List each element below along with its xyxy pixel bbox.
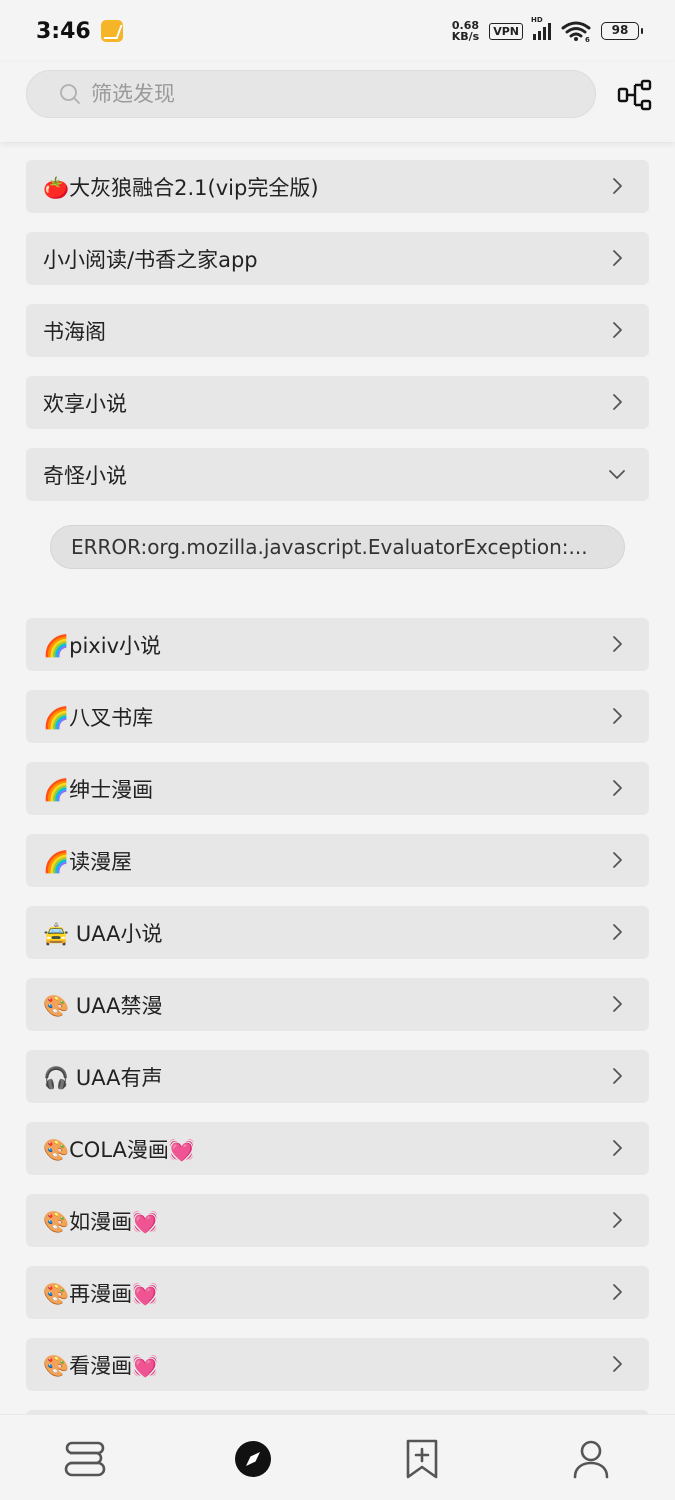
group-tree-icon[interactable]: [616, 78, 656, 112]
chevron-right-icon: [613, 852, 622, 868]
list-item[interactable]: 小小阅读/书香之家app: [26, 232, 649, 285]
list-item[interactable]: 🌈读漫屋: [26, 834, 649, 887]
battery-indicator: 98: [601, 22, 643, 40]
list-item[interactable]: 🍅大灰狼融合2.1(vip完全版): [26, 160, 649, 213]
chevron-right-icon: [613, 1284, 622, 1300]
list-item[interactable]: 🎨再漫画💓: [26, 1266, 649, 1319]
bottom-navigation: [0, 1414, 675, 1500]
bookshelf-icon[interactable]: [62, 1437, 106, 1481]
wifi-icon: 6: [561, 21, 591, 42]
chevron-right-icon: [613, 636, 622, 652]
list-item[interactable]: 🌈八叉书库: [26, 690, 649, 743]
chevron-right-icon: [613, 996, 622, 1012]
list-item-expanded[interactable]: 奇怪小说: [26, 448, 649, 501]
list-item[interactable]: 🎧 UAA有声: [26, 1050, 649, 1103]
list-item-label: 🎨COLA漫画💓: [43, 1137, 196, 1162]
status-time: 3:46: [36, 18, 91, 44]
vpn-badge: VPN: [489, 22, 523, 40]
chevron-right-icon: [613, 178, 622, 194]
list-item-label: 🍅大灰狼融合2.1(vip完全版): [43, 175, 319, 200]
status-bar: 3:46 0.68 KB/s VPN HD 6 98: [0, 0, 675, 62]
list-item-label: 🎧 UAA有声: [43, 1065, 163, 1090]
chevron-right-icon: [613, 780, 622, 796]
network-speed-unit: KB/s: [451, 30, 480, 43]
wifi-generation-label: 6: [585, 36, 590, 42]
list-item[interactable]: 🚖 UAA小说: [26, 906, 649, 959]
person-icon[interactable]: [569, 1437, 613, 1481]
list-item-label: 书海阁: [43, 319, 106, 344]
list-item[interactable]: 欢享小说: [26, 376, 649, 429]
list-item-label: 🌈读漫屋: [43, 849, 133, 874]
list-item-label: 🎨看漫画💓: [43, 1353, 159, 1378]
discover-header: [0, 62, 675, 142]
chevron-right-icon: [613, 1212, 622, 1228]
bookmark-add-icon[interactable]: [400, 1437, 444, 1481]
list-item[interactable]: 🎨如漫画💓: [26, 1194, 649, 1247]
list-item-label: 🌈八叉书库: [43, 705, 154, 730]
discover-source-list: 🍅大灰狼融合2.1(vip完全版) 小小阅读/书香之家app 书海阁 欢享小说 …: [0, 142, 675, 1414]
list-item-label: 欢享小说: [43, 391, 127, 416]
chevron-right-icon: [613, 708, 622, 724]
chevron-down-icon: [609, 470, 625, 479]
status-indicators: 0.68 KB/s VPN HD 6 98: [452, 16, 643, 42]
network-speed: 0.68 KB/s: [452, 20, 479, 42]
list-item[interactable]: 🌈绅士漫画: [26, 762, 649, 815]
chevron-right-icon: [613, 394, 622, 410]
list-item[interactable]: 🌈pixiv小说: [26, 618, 649, 671]
list-item-label: 🎨如漫画💓: [43, 1209, 159, 1234]
list-item[interactable]: 书海阁: [26, 304, 649, 357]
chevron-right-icon: [613, 1356, 622, 1372]
compass-icon[interactable]: [231, 1437, 275, 1481]
chevron-right-icon: [613, 924, 622, 940]
list-item[interactable]: 🎨 UAA禁漫: [26, 978, 649, 1031]
list-item-label: 奇怪小说: [43, 463, 127, 488]
list-item-label: 🚖 UAA小说: [43, 921, 163, 946]
search-icon: [60, 84, 80, 104]
chevron-right-icon: [613, 1140, 622, 1156]
search-input[interactable]: [91, 82, 571, 106]
list-item-label: 🌈pixiv小说: [43, 633, 162, 658]
chevron-right-icon: [613, 1068, 622, 1084]
list-item-label: 🎨 UAA禁漫: [43, 993, 163, 1018]
list-item-label: 🌈绅士漫画: [43, 777, 154, 802]
list-item[interactable]: 🎨看漫画💓: [26, 1338, 649, 1391]
list-item-label: 小小阅读/书香之家app: [43, 247, 258, 272]
list-item-label: 🎨再漫画💓: [43, 1281, 159, 1306]
search-box[interactable]: [26, 70, 596, 118]
notes-app-icon: [100, 20, 123, 42]
chevron-right-icon: [613, 250, 622, 266]
error-message[interactable]: ERROR:org.mozilla.javascript.EvaluatorEx…: [50, 525, 625, 569]
cellular-signal-icon: HD: [531, 16, 551, 40]
chevron-right-icon: [613, 322, 622, 338]
list-item[interactable]: 🎨COLA漫画💓: [26, 1122, 649, 1175]
hd-label: HD: [531, 16, 543, 24]
